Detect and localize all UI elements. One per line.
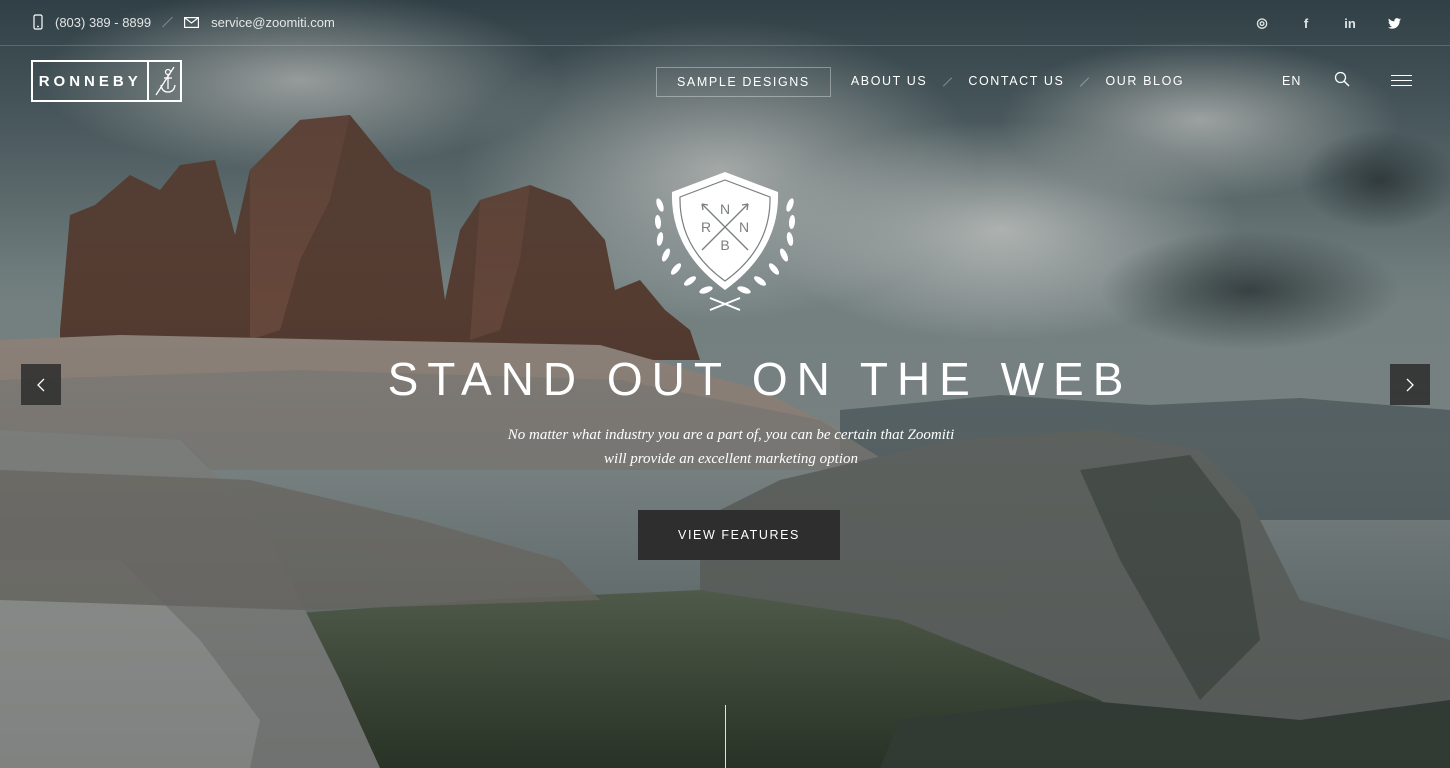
emblem-letter-top: N: [720, 201, 730, 217]
top-bar: (803) 389 - 8899 service@zoomiti.com ◎ f…: [0, 0, 1450, 46]
contact-divider: [162, 16, 173, 28]
chevron-left-icon: [37, 378, 45, 391]
logo-text: RONNEBY: [38, 72, 142, 90]
main-navigation: SAMPLE DESIGNS ABOUT US CONTACT US OUR B…: [656, 67, 1204, 97]
emblem-letter-bottom: B: [720, 237, 729, 253]
emblem-letter-left: R: [701, 219, 711, 235]
slider-next-button[interactable]: [1390, 364, 1430, 405]
phone-number: (803) 389 - 8899: [55, 14, 152, 30]
hero-subheadline: No matter what industry you are a part o…: [416, 423, 1046, 471]
email-contact[interactable]: service@zoomiti.com: [184, 15, 335, 30]
facebook-icon[interactable]: f: [1296, 14, 1316, 32]
site-logo[interactable]: RONNEBY: [31, 60, 182, 102]
language-switcher[interactable]: EN: [1282, 74, 1301, 88]
twitter-icon[interactable]: [1384, 14, 1404, 32]
nav-about-us[interactable]: ABOUT US: [831, 67, 947, 97]
view-features-button[interactable]: VIEW FEATURES: [638, 510, 840, 560]
hero-subheadline-line-2: will provide an excellent marketing opti…: [604, 451, 858, 467]
nav-our-blog[interactable]: OUR BLOG: [1085, 67, 1204, 97]
search-icon[interactable]: [1334, 71, 1350, 92]
email-address: service@zoomiti.com: [211, 14, 335, 30]
anchor-logo-icon: [147, 62, 180, 100]
crest-emblem-icon: N R N B: [654, 172, 796, 311]
nav-contact-us[interactable]: CONTACT US: [948, 67, 1084, 97]
dribbble-icon[interactable]: ◎: [1252, 14, 1272, 32]
linkedin-icon[interactable]: in: [1340, 14, 1360, 32]
phone-icon: [33, 14, 43, 30]
scroll-down-indicator[interactable]: [725, 705, 726, 768]
chevron-right-icon: [1406, 378, 1414, 391]
hero-headline: STAND OUT ON THE WEB: [387, 353, 1133, 405]
emblem-letter-right: N: [739, 219, 749, 235]
social-links: ◎ f in: [1252, 14, 1404, 32]
slider-prev-button[interactable]: [21, 364, 61, 405]
phone-contact[interactable]: (803) 389 - 8899: [33, 14, 151, 30]
hero-subheadline-line-1: No matter what industry you are a part o…: [507, 427, 955, 443]
mail-icon: [184, 16, 200, 28]
contact-info: (803) 389 - 8899 service@zoomiti.com: [33, 14, 335, 30]
nav-sample-designs[interactable]: SAMPLE DESIGNS: [656, 67, 831, 97]
hamburger-menu-icon[interactable]: [1391, 75, 1412, 90]
